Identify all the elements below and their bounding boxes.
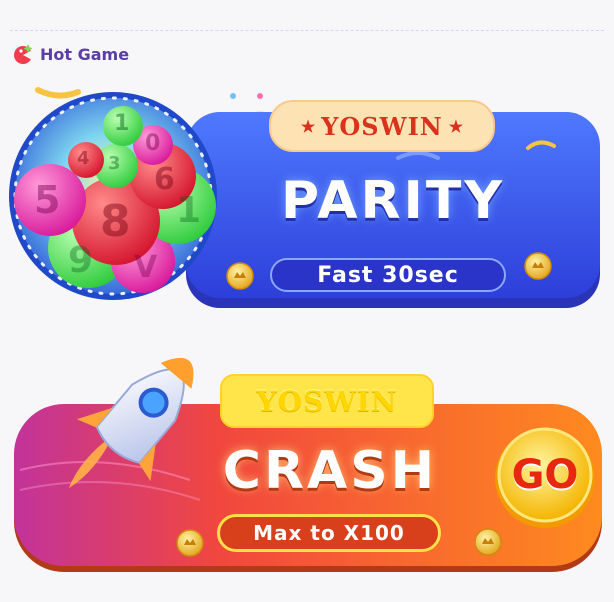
parity-title: PARITY bbox=[280, 171, 506, 231]
crash-brand-badge: YOSWIN bbox=[220, 374, 434, 428]
go-button[interactable]: GO bbox=[499, 434, 591, 516]
crash-subtitle: Max to X100 bbox=[253, 521, 405, 545]
star-icon: ★ bbox=[448, 116, 464, 136]
crash-subtitle-pill: Max to X100 bbox=[217, 514, 441, 552]
section-header: Hot Game bbox=[12, 41, 129, 67]
ball-number: 9 bbox=[68, 240, 94, 281]
ball-number: 0 bbox=[145, 131, 161, 156]
ball-number: 1 bbox=[176, 190, 202, 231]
ball-number: 5 bbox=[34, 178, 61, 222]
section-divider bbox=[10, 30, 604, 31]
ball-number: 1 bbox=[114, 111, 130, 136]
parity-game-card[interactable]: 1 0 4 3 5 6 8 1 9 V ★ YOSWIN ★ PARITY Fa… bbox=[8, 78, 606, 318]
crash-brand: YOSWIN bbox=[256, 384, 398, 418]
section-title: Hot Game bbox=[40, 44, 130, 64]
ball-number: V bbox=[134, 250, 158, 285]
star-icon: ★ bbox=[300, 116, 316, 136]
go-label: GO bbox=[511, 452, 579, 498]
ball-number: 8 bbox=[100, 196, 131, 247]
ball-number: 4 bbox=[77, 148, 90, 169]
parity-subtitle: Fast 30sec bbox=[317, 262, 459, 288]
parity-brand-badge: ★ YOSWIN ★ bbox=[269, 100, 495, 152]
parity-subtitle-pill: Fast 30sec bbox=[270, 258, 506, 292]
game-icon bbox=[14, 44, 34, 64]
parity-brand: YOSWIN bbox=[321, 111, 443, 141]
ball-number: 3 bbox=[108, 153, 121, 174]
crash-game-card[interactable]: YOSWIN CRASH Max to X100 GO bbox=[10, 330, 606, 578]
crash-title: CRASH bbox=[222, 441, 438, 501]
ball-number: 6 bbox=[154, 162, 175, 197]
